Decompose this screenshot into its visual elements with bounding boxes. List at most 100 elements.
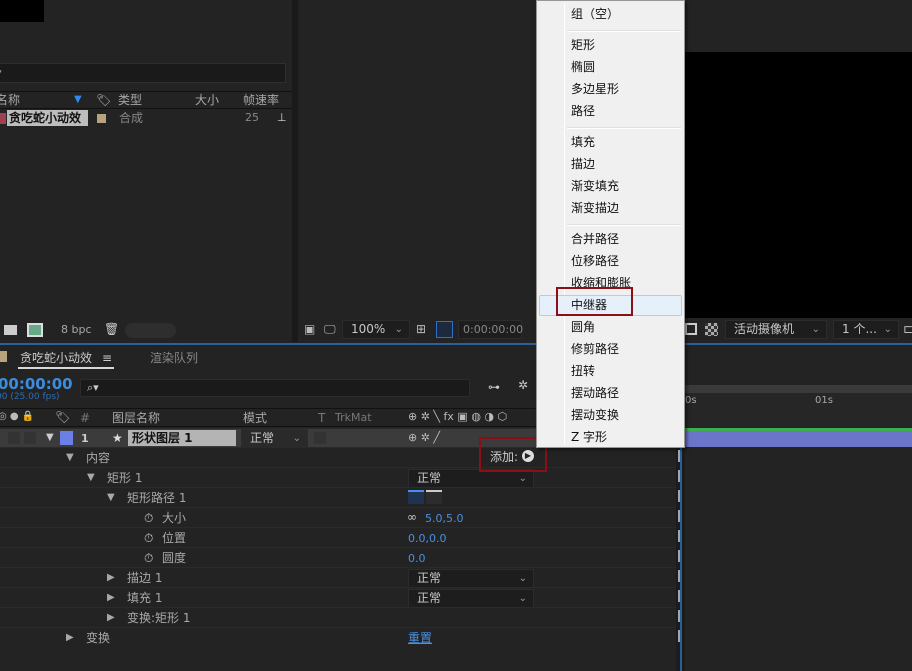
collapse-triangle-icon[interactable]: ▶: [107, 590, 115, 606]
stopwatch-icon[interactable]: ⏱: [144, 550, 153, 566]
menu-item[interactable]: 摆动变换: [539, 405, 682, 426]
menu-separator: [567, 127, 681, 129]
visibility-switch[interactable]: [8, 432, 20, 444]
expand-triangle-icon[interactable]: ▼: [107, 490, 115, 506]
column-t: T: [318, 411, 326, 425]
views-dropdown[interactable]: 1 个... ⌄: [833, 320, 899, 339]
menu-item[interactable]: 摆动路径: [539, 383, 682, 404]
fill-label: 填充 1: [127, 591, 163, 605]
menu-item[interactable]: 填充: [539, 132, 682, 153]
menu-item[interactable]: 合并路径: [539, 229, 682, 250]
transparency-grid-icon[interactable]: [705, 323, 718, 336]
region-of-interest-icon[interactable]: ⊞: [416, 321, 426, 337]
column-trkmat[interactable]: TrkMat: [335, 410, 372, 426]
channel-icon[interactable]: [685, 323, 697, 335]
column-name[interactable]: 名称: [0, 92, 20, 108]
keyframe-navigator-mark: [678, 570, 684, 582]
menu-item[interactable]: 椭圆: [539, 57, 682, 78]
label-tag-icon[interactable]: 🏷: [96, 92, 111, 108]
menu-item[interactable]: 扭转: [539, 361, 682, 382]
layer-switches[interactable]: ⊕ ✲ ╱: [408, 430, 440, 446]
menu-item[interactable]: 矩形: [539, 35, 682, 56]
menu-item[interactable]: Z 字形: [539, 427, 682, 448]
time-ruler[interactable]: 0s 01s: [685, 385, 912, 427]
layer-mode-dropdown[interactable]: 正常 ⌄: [241, 429, 308, 448]
project-search-input[interactable]: ▾: [0, 63, 286, 83]
expand-triangle-icon[interactable]: ▼: [46, 430, 54, 446]
layer-duration-bar[interactable]: [685, 428, 912, 447]
tab-render-queue[interactable]: 渲染队列: [150, 350, 198, 366]
layer-search-input[interactable]: ⌕▾: [80, 379, 470, 397]
work-area-bar[interactable]: [685, 385, 912, 393]
menu-item[interactable]: 描边: [539, 154, 682, 175]
trash-icon[interactable]: 🗑: [104, 321, 119, 337]
path-direction-counter-icon[interactable]: [426, 490, 442, 504]
menu-item[interactable]: 修剪路径: [539, 339, 682, 360]
reset-exposure-icon[interactable]: ⊏: [903, 321, 912, 337]
preserve-transparency-switch[interactable]: [314, 432, 326, 444]
camera-dropdown[interactable]: 活动摄像机 ⌄: [725, 320, 827, 339]
tab-menu-icon[interactable]: ≡: [102, 350, 112, 366]
expand-triangle-icon[interactable]: ▼: [87, 470, 95, 486]
stopwatch-icon[interactable]: ⏱: [144, 530, 153, 546]
stroke-row[interactable]: ▶ 描边 1 正常 ⌄: [0, 567, 676, 588]
display-icon[interactable]: 🖵: [324, 321, 336, 337]
project-item-name[interactable]: 贪吃蛇小动效: [7, 110, 88, 126]
menu-item[interactable]: 组（空）: [539, 4, 682, 25]
lock-switch[interactable]: [24, 432, 36, 444]
rect-group-row[interactable]: ▼ 矩形 1 正常 ⌄: [0, 467, 676, 488]
zoom-dropdown[interactable]: 100% ⌄: [342, 320, 410, 339]
expand-triangle-icon[interactable]: ▼: [66, 450, 74, 466]
position-value[interactable]: 0.0,0.0: [408, 531, 446, 547]
menu-item[interactable]: 多边星形: [539, 79, 682, 100]
sort-arrow-icon[interactable]: ▼: [74, 92, 82, 108]
collapse-triangle-icon[interactable]: ▶: [66, 630, 74, 646]
fill-row[interactable]: ▶ 填充 1 正常 ⌄: [0, 587, 676, 608]
collapse-triangle-icon[interactable]: ▶: [107, 570, 115, 586]
column-type[interactable]: 类型: [118, 92, 142, 108]
column-size[interactable]: 大小: [195, 92, 219, 108]
stopwatch-icon[interactable]: ⏱: [144, 510, 153, 526]
switches-icons: ⊕ ✲ ╲ fx ▣ ◍ ◑ ⬡: [408, 410, 508, 423]
composition-flowchart-icon[interactable]: ⊶: [488, 379, 500, 395]
menu-item[interactable]: 渐变描边: [539, 198, 682, 219]
flowchart-icon[interactable]: ⊥: [277, 110, 287, 126]
layer-index: 1: [81, 432, 89, 445]
collapse-triangle-icon[interactable]: ▶: [107, 610, 115, 626]
project-item-row[interactable]: 贪吃蛇小动效 合成 25 ⊥: [0, 110, 292, 127]
bit-depth-button[interactable]: 8 bpc: [61, 322, 92, 338]
folder-icon[interactable]: [4, 325, 17, 335]
stroke-mode-dropdown[interactable]: 正常 ⌄: [408, 569, 534, 588]
new-comp-icon[interactable]: [27, 323, 43, 337]
draft-3d-icon[interactable]: ✲: [518, 377, 528, 393]
size-value[interactable]: 5.0,5.0: [425, 511, 463, 527]
menu-item[interactable]: 渐变填充: [539, 176, 682, 197]
column-fps[interactable]: 帧速率: [243, 92, 279, 108]
current-time[interactable]: 00:00:00: [0, 375, 73, 393]
constrain-proportions-icon[interactable]: ∞: [407, 509, 417, 525]
menu-item[interactable]: 圆角: [539, 317, 682, 338]
roundness-value[interactable]: 0.0: [408, 551, 426, 567]
mask-visibility-icon[interactable]: [436, 321, 453, 338]
path-direction-clockwise-icon[interactable]: [408, 490, 424, 504]
column-layer-name[interactable]: 图层名称: [112, 410, 160, 426]
transform-rect-row[interactable]: ▶ 变换:矩形 1: [0, 607, 676, 627]
viewer-timecode[interactable]: 0:00:00:00: [458, 320, 523, 339]
camera-value: 活动摄像机: [734, 322, 795, 336]
layer-name[interactable]: 形状图层 1: [128, 430, 236, 446]
size-row[interactable]: ⏱ 大小 ∞ 5.0,5.0: [0, 507, 676, 527]
thumbnail-slider[interactable]: [125, 323, 176, 338]
roundness-row[interactable]: ⏱ 圆度 0.0: [0, 547, 676, 567]
snapshot-icon[interactable]: ▣: [304, 321, 315, 337]
transform-row[interactable]: ▶ 变换 重置: [0, 627, 676, 647]
reset-link[interactable]: 重置: [408, 630, 432, 646]
position-row[interactable]: ⏱ 位置 0.0,0.0: [0, 527, 676, 547]
menu-item[interactable]: 路径: [539, 101, 682, 122]
tab-composition[interactable]: 贪吃蛇小动效 ≡: [18, 347, 114, 369]
layer-label-color[interactable]: [60, 431, 73, 445]
rect-path-row[interactable]: ▼ 矩形路径 1: [0, 487, 676, 507]
column-mode[interactable]: 模式: [243, 410, 267, 426]
fill-mode-dropdown[interactable]: 正常 ⌄: [408, 589, 534, 608]
menu-item[interactable]: 位移路径: [539, 251, 682, 272]
contents-row[interactable]: ▼ 内容: [0, 447, 676, 467]
